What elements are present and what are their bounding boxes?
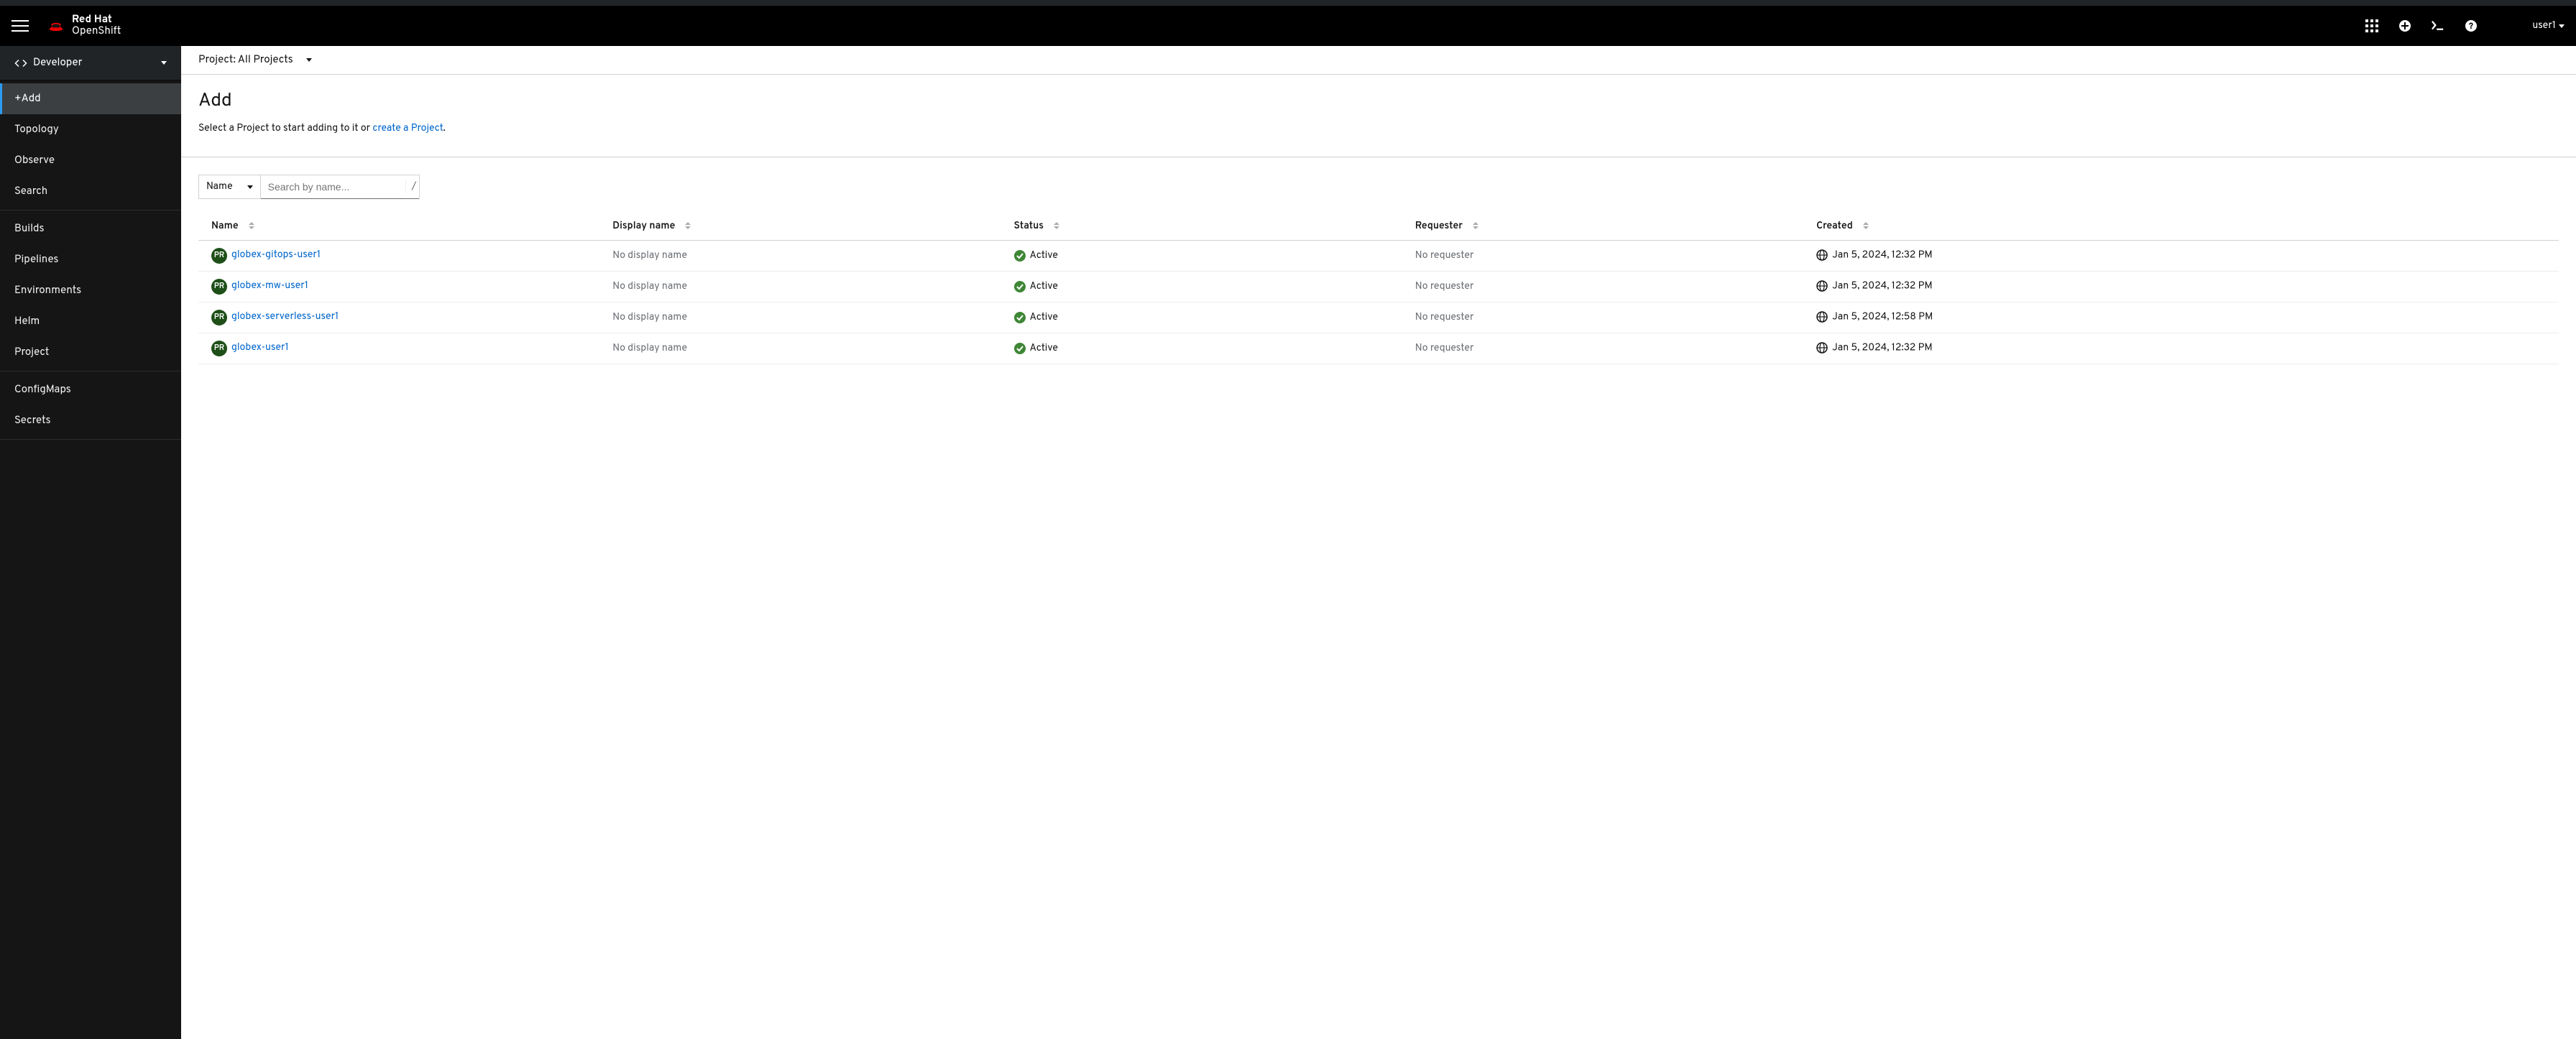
sidebar-item-project[interactable]: Project (0, 337, 181, 368)
perspective-switcher[interactable]: Developer (0, 46, 181, 80)
search-input[interactable] (261, 175, 405, 198)
check-circle-icon (1014, 250, 1026, 262)
sidebar-item-builds[interactable]: Builds (0, 213, 181, 244)
project-link[interactable]: globex-serverless-user1 (231, 311, 339, 323)
status-cell: Active (1014, 250, 1397, 262)
display-name-cell: No display name (599, 272, 1000, 303)
terminal-icon[interactable] (2432, 19, 2444, 32)
created-cell: Jan 5, 2024, 12:32 PM (1803, 333, 2559, 364)
project-link[interactable]: globex-gitops-user1 (231, 249, 321, 262)
main-content: Project: All Projects Add Select a Proje… (181, 46, 2576, 1039)
table-row: PR globex-gitops-user1 No display name Acti… (198, 241, 2559, 272)
masthead: Red Hat OpenShift ? user1 (0, 6, 2576, 46)
created-cell: Jan 5, 2024, 12:58 PM (1803, 303, 2559, 333)
requester-cell: No requester (1402, 333, 1803, 364)
import-add-icon[interactable] (2398, 19, 2411, 32)
project-badge: PR (211, 310, 227, 325)
filter-attribute-label: Name (206, 181, 233, 193)
globe-icon (1816, 249, 1828, 261)
chevron-down-icon (161, 61, 167, 65)
brand-logo[interactable]: Red Hat OpenShift (46, 14, 121, 37)
display-name-cell: No display name (599, 333, 1000, 364)
sidebar-item-observe[interactable]: Observe (0, 145, 181, 176)
code-icon (14, 57, 27, 70)
project-badge: PR (211, 248, 227, 264)
project-selector[interactable]: Project: All Projects (181, 46, 2576, 75)
search-input-wrap: / (260, 175, 420, 199)
project-link[interactable]: globex-mw-user1 (231, 280, 308, 292)
sort-icon (1054, 222, 1059, 229)
user-name: user1 (2532, 20, 2556, 32)
sort-icon (249, 222, 254, 229)
chevron-down-icon (247, 185, 253, 189)
column-header-created[interactable]: Created (1803, 213, 2559, 241)
sort-icon (685, 222, 691, 229)
filter-attribute-dropdown[interactable]: Name (198, 175, 260, 199)
user-menu[interactable]: user1 (2532, 20, 2564, 32)
requester-cell: No requester (1402, 272, 1803, 303)
column-header-requester[interactable]: Requester (1402, 213, 1803, 241)
sidebar-item-configmaps[interactable]: ConfigMaps (0, 374, 181, 405)
sidebar-item-topology[interactable]: Topology (0, 114, 181, 145)
sidebar-item-secrets[interactable]: Secrets (0, 405, 181, 436)
sidebar: Developer +AddTopologyObserveSearch Build… (0, 46, 181, 1039)
nav-toggle-button[interactable] (12, 17, 29, 34)
sidebar-item-helm[interactable]: Helm (0, 306, 181, 337)
project-label: Project: All Projects (198, 53, 293, 67)
sidebar-item-search[interactable]: Search (0, 176, 181, 207)
chevron-down-icon (2559, 24, 2564, 28)
redhat-fedora-icon (46, 19, 66, 33)
project-badge: PR (211, 341, 227, 356)
create-project-link[interactable]: create a Project (372, 123, 443, 135)
display-name-cell: No display name (599, 241, 1000, 272)
table-row: PR globex-user1 No display name Active No re… (198, 333, 2559, 364)
project-badge: PR (211, 279, 227, 295)
table-row: PR globex-mw-user1 No display name Active No… (198, 272, 2559, 303)
check-circle-icon (1014, 312, 1026, 323)
globe-icon (1816, 342, 1828, 354)
display-name-cell: No display name (599, 303, 1000, 333)
status-cell: Active (1014, 312, 1397, 324)
project-link[interactable]: globex-user1 (231, 342, 289, 354)
column-header-status[interactable]: Status (1001, 213, 1402, 241)
projects-table: Name Display name Status Requester Creat… (198, 213, 2559, 364)
created-cell: Jan 5, 2024, 12:32 PM (1803, 241, 2559, 272)
table-row: PR globex-serverless-user1 No display name… (198, 303, 2559, 333)
sort-icon (1473, 222, 1478, 229)
app-launcher-icon[interactable] (2365, 19, 2378, 32)
created-cell: Jan 5, 2024, 12:32 PM (1803, 272, 2559, 303)
page-title: Add (198, 89, 2559, 113)
status-cell: Active (1014, 343, 1397, 355)
filter-toolbar: Name / (181, 157, 2576, 205)
sidebar-item-environments[interactable]: Environments (0, 275, 181, 306)
chevron-down-icon (306, 58, 312, 62)
globe-icon (1816, 280, 1828, 292)
requester-cell: No requester (1402, 241, 1803, 272)
sidebar-item-pipelines[interactable]: Pipelines (0, 244, 181, 275)
column-header-display[interactable]: Display name (599, 213, 1000, 241)
requester-cell: No requester (1402, 303, 1803, 333)
brand-line2: OpenShift (72, 26, 121, 37)
search-shortcut-hint: / (405, 181, 423, 193)
check-circle-icon (1014, 281, 1026, 292)
check-circle-icon (1014, 343, 1026, 354)
svg-text:?: ? (2469, 21, 2473, 32)
perspective-label: Developer (33, 56, 155, 70)
column-header-name[interactable]: Name (198, 213, 599, 241)
status-cell: Active (1014, 281, 1397, 293)
sort-icon (1863, 222, 1869, 229)
page-description: Select a Project to start adding to it o… (198, 123, 2559, 135)
sidebar-item-add[interactable]: +Add (0, 83, 181, 114)
globe-icon (1816, 311, 1828, 323)
help-icon[interactable]: ? (2465, 19, 2478, 32)
